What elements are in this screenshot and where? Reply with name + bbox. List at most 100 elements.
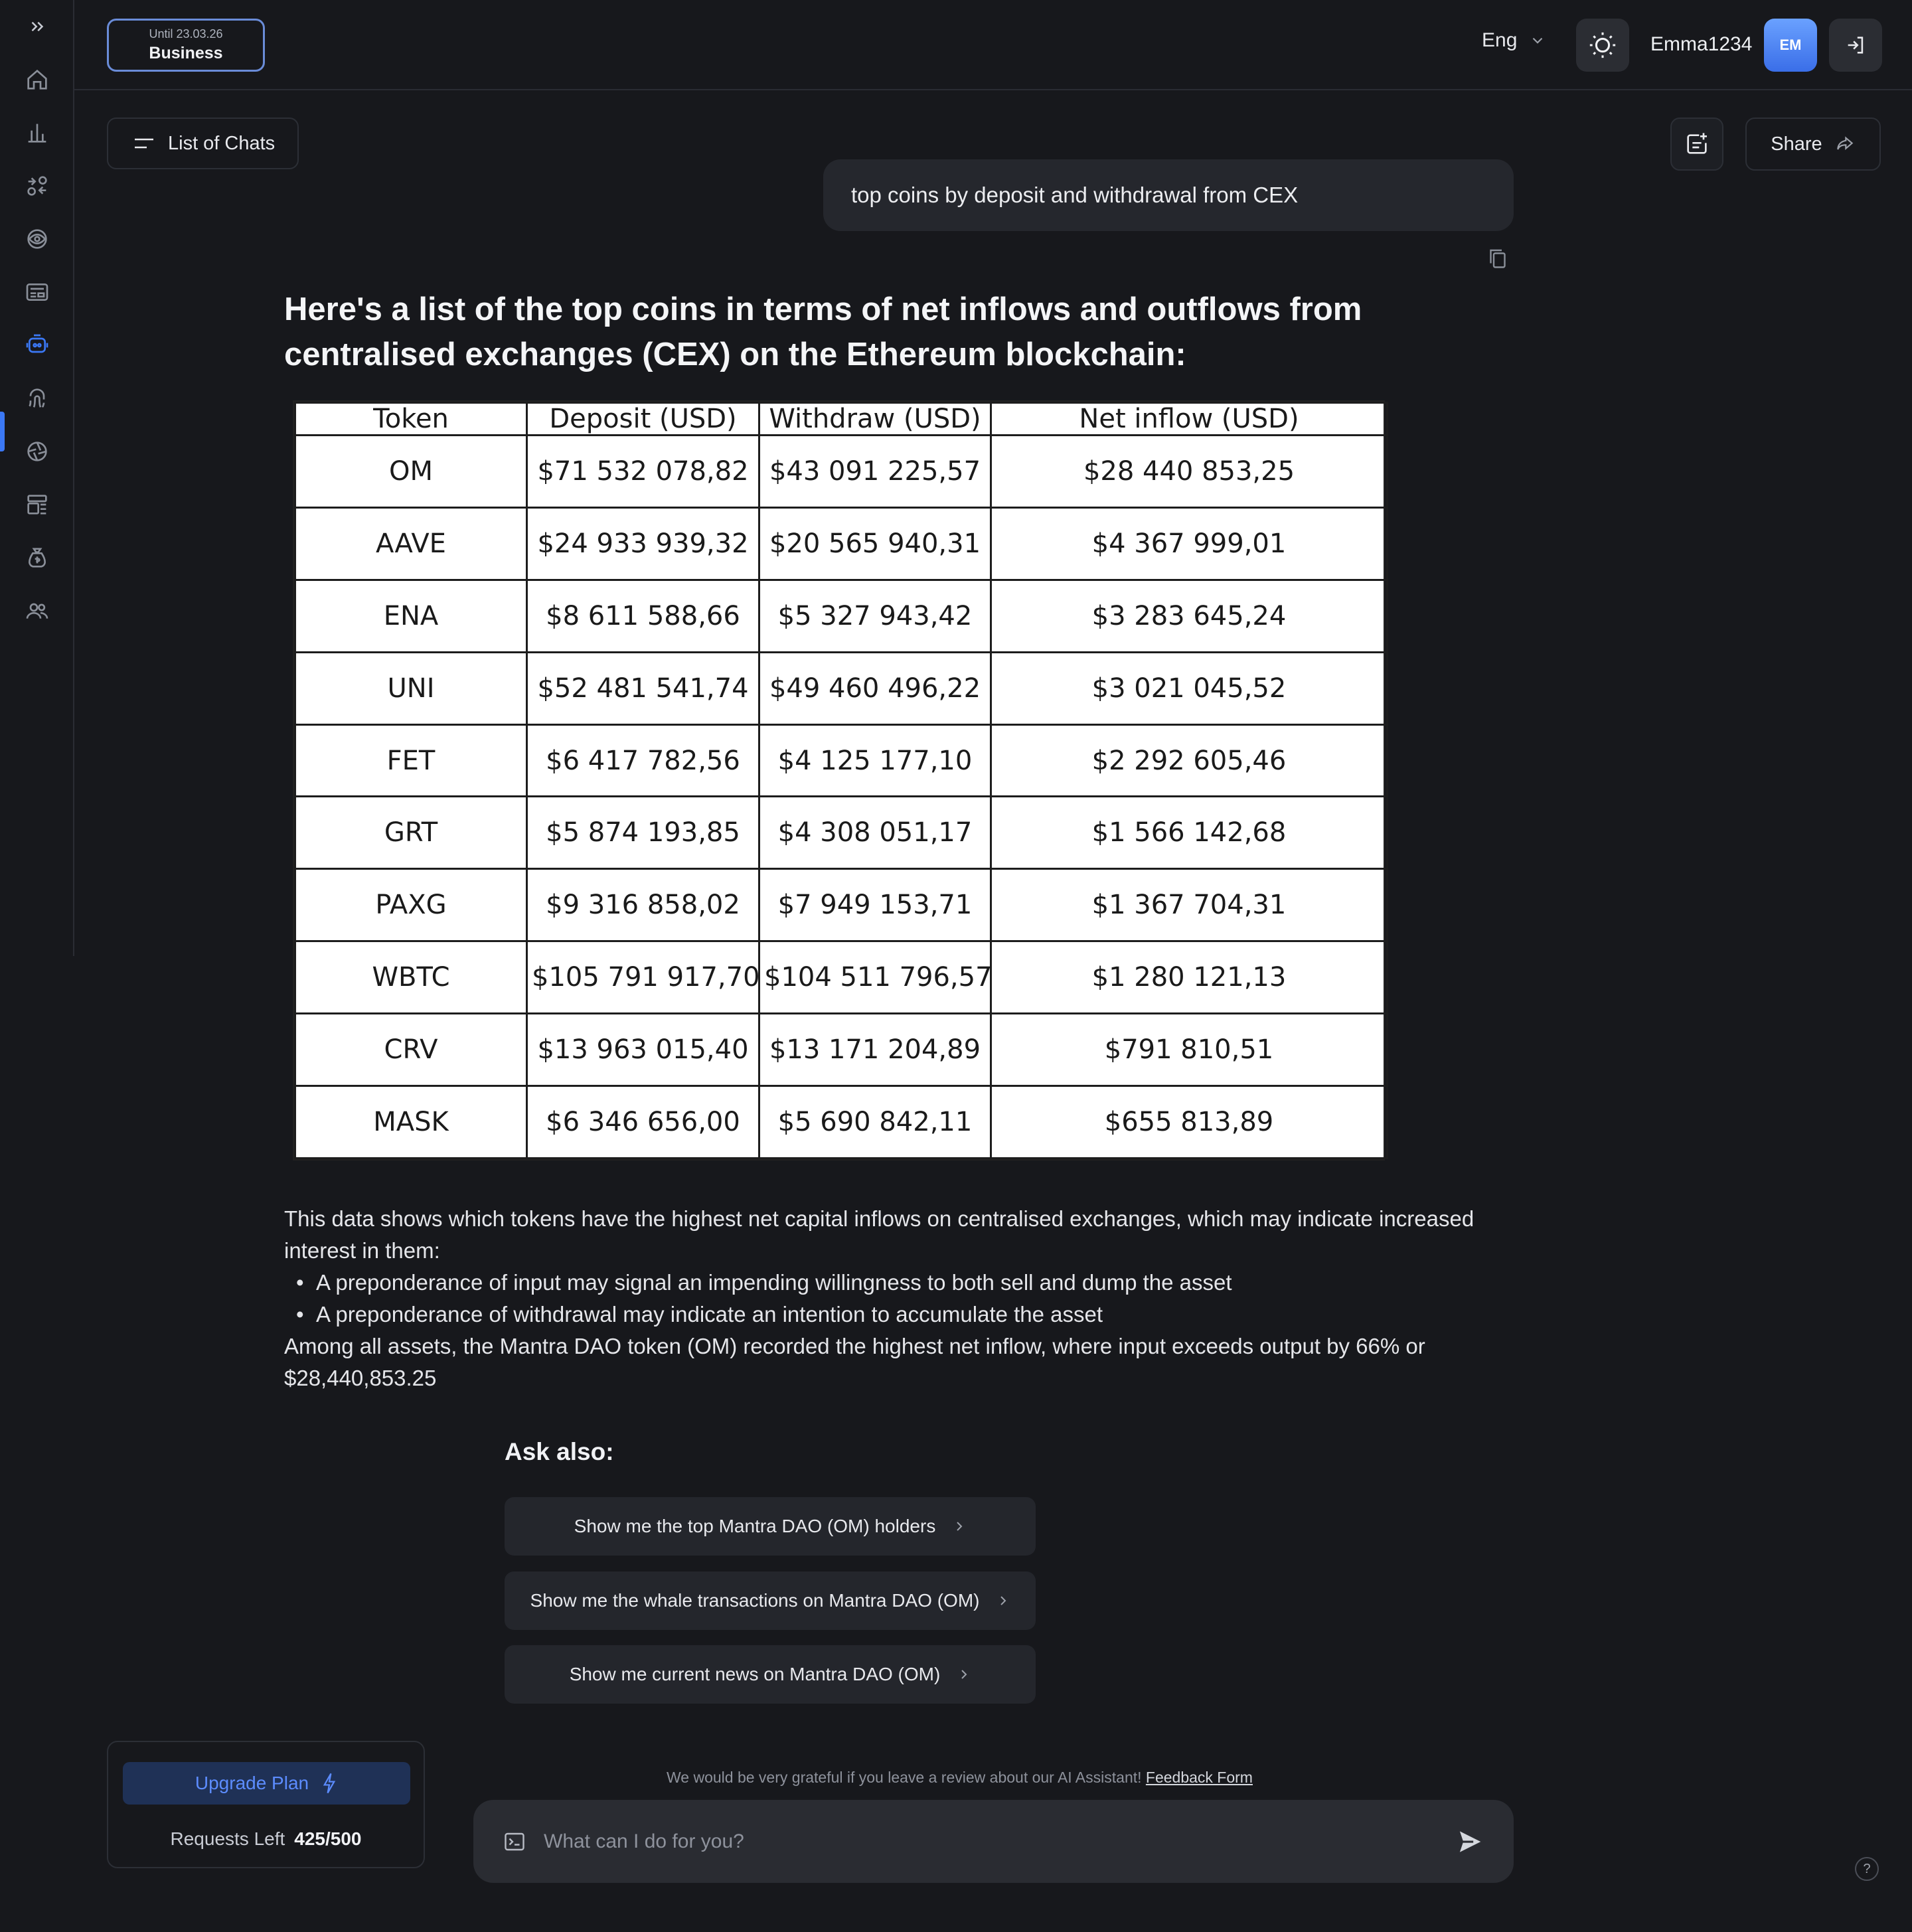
table-header-row: Token Deposit (USD) Withdraw (USD) Net i… bbox=[294, 402, 1388, 436]
robot-icon[interactable] bbox=[23, 331, 52, 360]
table-cell: $1 280 121,13 bbox=[990, 940, 1388, 1015]
answer-paragraph: Among all assets, the Mantra DAO token (… bbox=[284, 1334, 1425, 1390]
table-cell: $52 481 541,74 bbox=[526, 651, 760, 726]
table-cell: $3 283 645,24 bbox=[990, 578, 1388, 653]
table-cell: UNI bbox=[294, 651, 528, 726]
answer-title: Here's a list of the top coins in terms … bbox=[284, 291, 1362, 372]
table-row: UNI $52 481 541,74 $49 460 496,22 $3 021 04… bbox=[294, 651, 1388, 726]
table-cell: $5 874 193,85 bbox=[526, 795, 760, 870]
table-row: FET $6 417 782,56 $4 125 177,10 $2 292 605,… bbox=[294, 723, 1388, 798]
help-button[interactable]: ? bbox=[1855, 1857, 1879, 1881]
fingerprint-icon[interactable] bbox=[23, 384, 52, 413]
share-icon bbox=[1836, 136, 1853, 150]
table-row: PAXG $9 316 858,02 $7 949 153,71 $1 367 704… bbox=[294, 868, 1388, 943]
chevron-right-icon bbox=[957, 1522, 963, 1531]
bar-chart-icon[interactable] bbox=[23, 118, 52, 147]
answer-paragraph: This data shows which tokens have the hi… bbox=[284, 1206, 1474, 1263]
table-cell: FET bbox=[294, 723, 528, 798]
suggestion-label: Show me the whale transactions on Mantra… bbox=[530, 1590, 980, 1611]
table-cell: $5 690 842,11 bbox=[758, 1085, 992, 1159]
ask-also-title: Ask also: bbox=[505, 1438, 614, 1465]
home-icon[interactable] bbox=[23, 65, 52, 94]
language-selector[interactable]: Eng bbox=[1482, 29, 1546, 52]
table-row: OM $71 532 078,82 $43 091 225,57 $28 440 85… bbox=[294, 434, 1388, 509]
feedback-form-link[interactable]: Feedback Form bbox=[1146, 1769, 1253, 1786]
chevron-right-icon bbox=[1000, 1596, 1006, 1605]
suggestion-button[interactable]: Show me the top Mantra DAO (OM) holders bbox=[505, 1497, 1036, 1556]
plan-badge[interactable]: Until 23.03.26 Business bbox=[107, 19, 265, 72]
table-cell: OM bbox=[294, 434, 528, 509]
logout-icon bbox=[1848, 37, 1864, 54]
eye-icon[interactable] bbox=[23, 224, 52, 254]
table-cell: $7 949 153,71 bbox=[758, 868, 992, 943]
language-label: Eng bbox=[1482, 29, 1518, 51]
money-bag-icon[interactable] bbox=[23, 543, 52, 572]
feedback-text: We would be very grateful if you leave a… bbox=[667, 1769, 1142, 1786]
suggestion-label: Show me the top Mantra DAO (OM) holders bbox=[574, 1516, 936, 1536]
share-button[interactable]: Share bbox=[1745, 118, 1881, 171]
table-row: GRT $5 874 193,85 $4 308 051,17 $1 566 142,… bbox=[294, 795, 1388, 870]
plan-until: Until 23.03.26 bbox=[149, 27, 223, 40]
table-cell: CRV bbox=[294, 1012, 528, 1087]
table-cell: $1 367 704,31 bbox=[990, 868, 1388, 943]
table-cell: $4 367 999,01 bbox=[990, 506, 1388, 581]
upgrade-plan-label: Upgrade Plan bbox=[195, 1773, 309, 1793]
requests-label: Requests Left bbox=[170, 1828, 285, 1849]
table-body: OM $71 532 078,82 $43 091 225,57 $28 440 85… bbox=[294, 434, 1388, 1159]
terminal-icon[interactable] bbox=[503, 1830, 526, 1854]
data-table-image: Token Deposit (USD) Withdraw (USD) Net i… bbox=[293, 400, 1388, 1161]
copy-icon[interactable] bbox=[1486, 246, 1510, 271]
plan-box: Upgrade Plan Requests Left 425/500 bbox=[107, 1741, 425, 1868]
chevron-down-icon bbox=[1533, 37, 1543, 44]
table-cell: $105 791 917,70 bbox=[526, 940, 760, 1015]
requests-left: Requests Left 425/500 bbox=[108, 1828, 424, 1850]
requests-value: 425/500 bbox=[294, 1828, 362, 1849]
table-row: ENA $8 611 588,66 $5 327 943,42 $3 283 645,… bbox=[294, 578, 1388, 653]
table-cell: $4 308 051,17 bbox=[758, 795, 992, 870]
avatar[interactable]: EM bbox=[1764, 19, 1817, 72]
table-header: Net inflow (USD) bbox=[990, 402, 1388, 436]
table-cell: ENA bbox=[294, 578, 528, 653]
user-message: top coins by deposit and withdrawal from… bbox=[823, 159, 1514, 231]
table-cell: $24 933 939,32 bbox=[526, 506, 760, 581]
table-cell: $2 292 605,46 bbox=[990, 723, 1388, 798]
list-of-chats-button[interactable]: List of Chats bbox=[107, 118, 299, 169]
aperture-icon[interactable] bbox=[23, 437, 52, 466]
table-row: MASK $6 346 656,00 $5 690 842,11 $655 813,8… bbox=[294, 1085, 1388, 1159]
table-row: CRV $13 963 015,40 $13 171 204,89 $791 810,… bbox=[294, 1012, 1388, 1087]
table-row: AAVE $24 933 939,32 $20 565 940,31 $4 367 9… bbox=[294, 506, 1388, 581]
answer-body: This data shows which tokens have the hi… bbox=[284, 1203, 1506, 1394]
new-chat-button[interactable] bbox=[1670, 118, 1723, 171]
table-cell: $8 611 588,66 bbox=[526, 578, 760, 653]
send-icon[interactable] bbox=[1454, 1825, 1487, 1858]
share-label: Share bbox=[1771, 133, 1822, 155]
lightning-icon bbox=[323, 1773, 336, 1794]
chat-input[interactable] bbox=[544, 1830, 1454, 1853]
swap-icon[interactable] bbox=[23, 171, 52, 201]
active-indicator bbox=[0, 412, 5, 451]
chevrons-right-icon[interactable] bbox=[24, 15, 50, 39]
menu-icon bbox=[135, 138, 153, 149]
newspaper-icon[interactable] bbox=[23, 278, 52, 307]
sun-icon bbox=[1589, 32, 1616, 58]
layout-icon[interactable] bbox=[23, 490, 52, 519]
table-cell: $3 021 045,52 bbox=[990, 651, 1388, 726]
suggestion-button[interactable]: Show me current news on Mantra DAO (OM) bbox=[505, 1645, 1036, 1704]
username: Emma1234 bbox=[1650, 33, 1753, 55]
list-item: A preponderance of input may signal an i… bbox=[284, 1267, 1506, 1299]
theme-toggle-button[interactable] bbox=[1576, 19, 1629, 72]
table-cell: $4 125 177,10 bbox=[758, 723, 992, 798]
table-cell: $5 327 943,42 bbox=[758, 578, 992, 653]
chevron-right-icon bbox=[961, 1670, 967, 1679]
upgrade-plan-button[interactable]: Upgrade Plan bbox=[123, 1762, 410, 1805]
table-cell: PAXG bbox=[294, 868, 528, 943]
table-cell: $13 171 204,89 bbox=[758, 1012, 992, 1087]
table-cell: $9 316 858,02 bbox=[526, 868, 760, 943]
table-cell: MASK bbox=[294, 1085, 528, 1159]
table-cell: $49 460 496,22 bbox=[758, 651, 992, 726]
users-icon[interactable] bbox=[23, 596, 52, 625]
top-header: Until 23.03.26 Business Eng Emma1234 EM bbox=[74, 0, 1912, 90]
suggestion-button[interactable]: Show me the whale transactions on Mantra… bbox=[505, 1571, 1036, 1630]
logout-button[interactable] bbox=[1829, 19, 1882, 72]
chat-composer bbox=[473, 1800, 1514, 1883]
